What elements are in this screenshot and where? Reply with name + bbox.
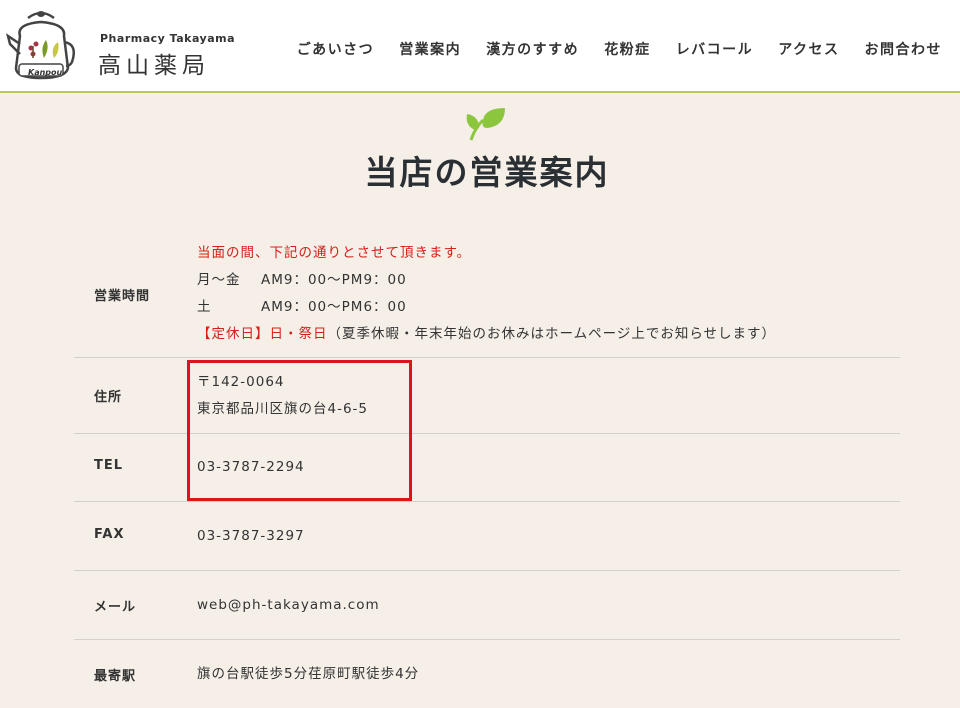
main-nav: ごあいさつ 営業案内 漢方のすすめ 花粉症 レバコール アクセス お問合わせ: [272, 39, 942, 59]
hours-label: 営業時間: [94, 289, 151, 304]
fax-value: 03-3787-3297: [197, 528, 305, 544]
logo-english-name: Pharmacy Takayama: [100, 32, 236, 45]
site-header: Pharmacy Takayama 高山薬局 Kanpou ごあいさつ 営業案内…: [0, 0, 960, 93]
nav-revacol[interactable]: レバコール: [676, 39, 754, 59]
nav-access[interactable]: アクセス: [778, 39, 839, 59]
table-row-fax: FAX 03-3787-3297: [74, 502, 900, 571]
logo-japanese-name: 高山薬局: [98, 53, 210, 79]
nav-business-info[interactable]: 営業案内: [399, 39, 461, 59]
hours-value: 当面の間、下記の通りとさせて頂きます。 月～金 AM9：00～PM9：00 土 AM…: [197, 240, 776, 348]
tel-label: TEL: [94, 458, 124, 473]
mail-value[interactable]: web@ph-takayama.com: [197, 592, 380, 619]
site-logo[interactable]: Pharmacy Takayama 高山薬局 Kanpou: [6, 8, 236, 84]
table-row-hours: 営業時間 当面の間、下記の通りとさせて頂きます。 月～金 AM9：00～PM9：0…: [74, 230, 900, 358]
mail-label: メール: [94, 600, 137, 615]
page-title: 当店の営業案内: [364, 153, 610, 192]
hours-saturday: 土 AM9：00～PM6：00: [197, 299, 407, 315]
leaf-icon: [466, 108, 505, 141]
address-street: 東京都品川区旗の台4-6-5: [197, 401, 369, 417]
table-row-address: 住所 〒142-0064 東京都品川区旗の台4-6-5: [74, 358, 900, 434]
fax-label: FAX: [94, 527, 125, 542]
address-label: 住所: [94, 390, 123, 405]
table-row-mail: メール web@ph-takayama.com: [74, 571, 900, 640]
info-table: 営業時間 当面の間、下記の通りとさせて頂きます。 月～金 AM9：00～PM9：0…: [74, 230, 900, 708]
nav-contact[interactable]: お問合わせ: [865, 39, 943, 59]
nav-hay-fever[interactable]: 花粉症: [604, 39, 651, 59]
address-value: 〒142-0064 東京都品川区旗の台4-6-5: [197, 369, 368, 423]
nav-kampo[interactable]: 漢方のすすめ: [486, 39, 579, 59]
station-label: 最寄駅: [94, 669, 137, 684]
hours-weekday: 月～金 AM9：00～PM9：00: [197, 272, 407, 288]
nav-greeting[interactable]: ごあいさつ: [297, 39, 375, 59]
hours-closed: 【定休日】日・祭日（夏季休暇・年末年始のお休みはホームページ上でお知らせします）: [197, 326, 777, 342]
tel-value: 03-3787-2294: [197, 459, 305, 475]
station-value: 旗の台駅徒歩5分荏原町駅徒歩4分: [197, 666, 420, 682]
table-row-station: 最寄駅 旗の台駅徒歩5分荏原町駅徒歩4分: [74, 640, 900, 708]
table-row-tel: TEL 03-3787-2294: [74, 434, 900, 502]
address-postal: 〒142-0064: [197, 374, 285, 390]
hours-notice: 当面の間、下記の通りとさせて頂きます。: [197, 245, 472, 261]
logo-kanpou-text: Kanpou: [28, 68, 63, 77]
